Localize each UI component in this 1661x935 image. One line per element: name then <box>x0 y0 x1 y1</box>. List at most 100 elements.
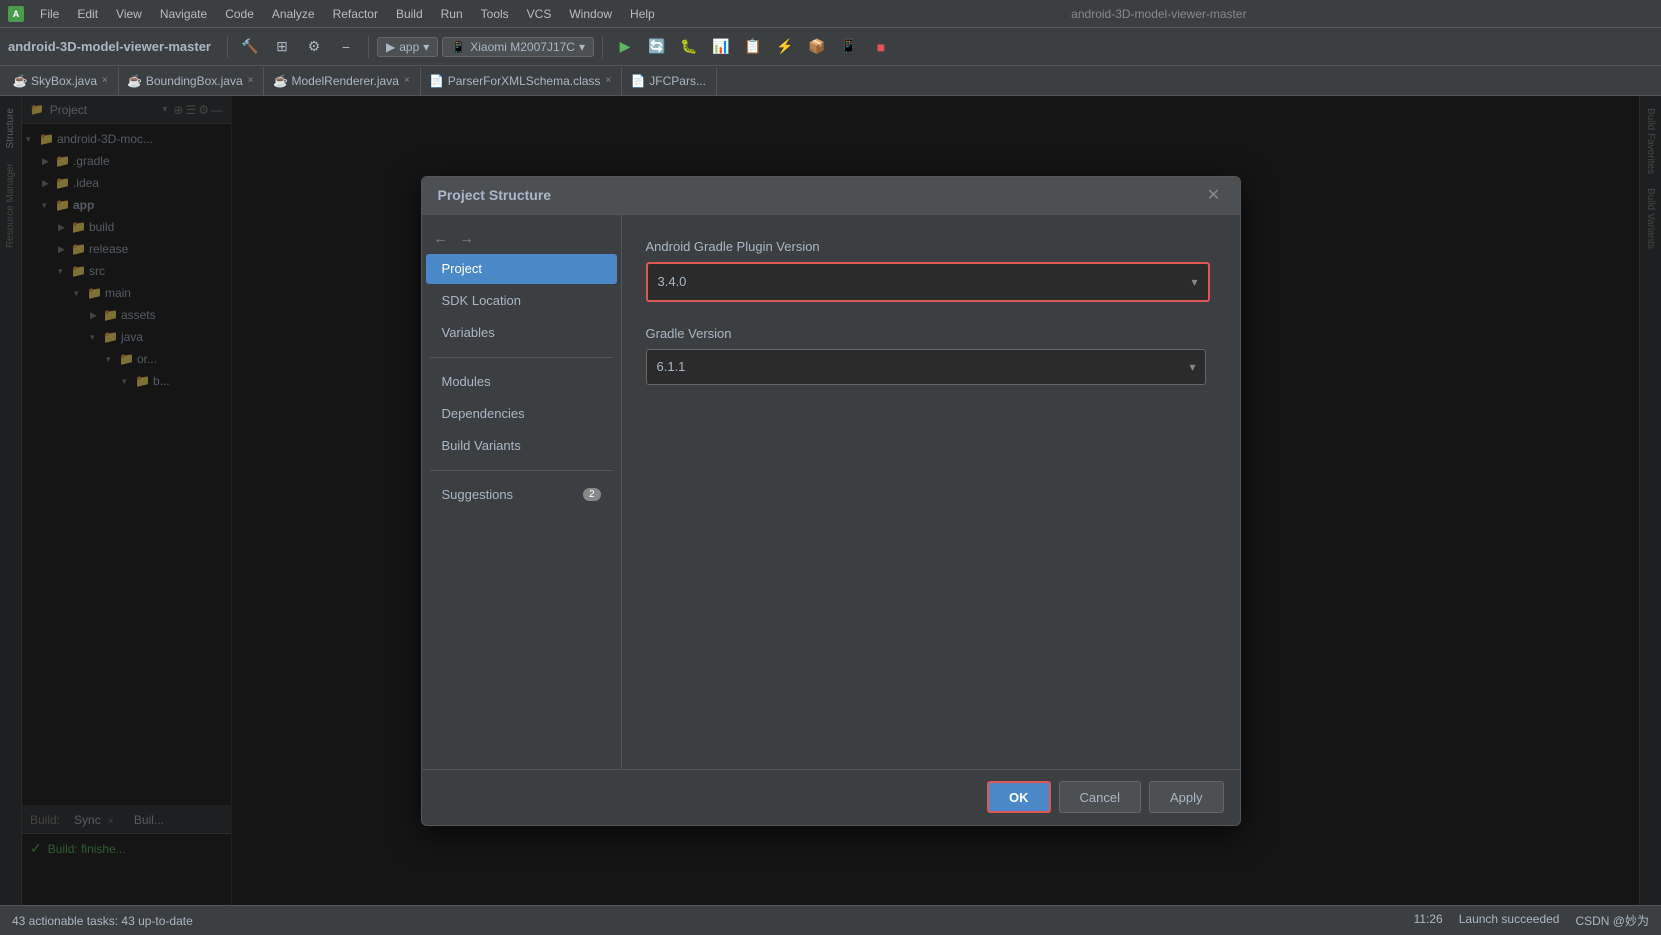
modal-overlay: Project Structure ✕ ← → Project <box>0 96 1661 905</box>
dialog-footer: OK Cancel Apply <box>422 769 1240 825</box>
run-btn[interactable]: ▶ <box>611 33 639 61</box>
device-arrow: ▾ <box>579 40 585 54</box>
menu-vcs[interactable]: VCS <box>519 5 560 23</box>
menu-help[interactable]: Help <box>622 5 663 23</box>
sidebar-divider <box>430 357 613 358</box>
run-config-label: app <box>399 40 419 54</box>
device-icon: 📱 <box>451 40 466 54</box>
plugin-version-label: Android Gradle Plugin Version <box>646 239 1216 254</box>
toolbar-minus-btn[interactable]: − <box>332 33 360 61</box>
gradle-version-label: Gradle Version <box>646 326 1216 341</box>
apply-button[interactable]: Apply <box>1149 781 1224 813</box>
menu-edit[interactable]: Edit <box>69 5 106 23</box>
dialog-sidebar-dependencies-label: Dependencies <box>442 406 525 421</box>
dialog-close-button[interactable]: ✕ <box>1204 185 1224 205</box>
dialog-sidebar-suggestions-label: Suggestions <box>442 487 514 502</box>
status-message: Launch succeeded <box>1459 912 1560 929</box>
toolbar-hammer-btn[interactable]: 🔨 <box>236 33 264 61</box>
dialog-sidebar-variables-label: Variables <box>442 325 495 340</box>
dialog-nav-header: ← → <box>422 223 621 253</box>
tab-jfcpars[interactable]: 📄 JFCPars... <box>622 67 717 95</box>
tab-boundingbox-label: BoundingBox.java <box>146 74 243 88</box>
tab-modelrenderer[interactable]: ☕ ModelRenderer.java × <box>264 67 420 95</box>
menu-bar: A File Edit View Navigate Code Analyze R… <box>0 0 1661 28</box>
dialog-title: Project Structure <box>438 187 1204 203</box>
tab-boundingbox-close[interactable]: × <box>248 75 254 86</box>
avd-manager-btn[interactable]: 📱 <box>835 33 863 61</box>
tab-jfcpars-label: JFCPars... <box>649 74 706 88</box>
tab-boundingbox[interactable]: ☕ BoundingBox.java × <box>119 67 265 95</box>
tab-modelrenderer-label: ModelRenderer.java <box>291 74 398 88</box>
sdk-manager-btn[interactable]: 📦 <box>803 33 831 61</box>
dialog-content: Android Gradle Plugin Version 3.4.0 4.0.… <box>622 215 1240 769</box>
status-watermark: CSDN @妙为 <box>1575 912 1649 929</box>
dialog-sidebar-build-variants[interactable]: Build Variants <box>426 431 617 461</box>
dialog-sidebar-dependencies[interactable]: Dependencies <box>426 399 617 429</box>
app-icon: A <box>8 6 24 22</box>
status-time: 11:26 <box>1414 912 1443 929</box>
toolbar-settings-btn[interactable]: ⚙ <box>300 33 328 61</box>
dialog-title-bar: Project Structure ✕ <box>422 177 1240 215</box>
dialog-sidebar-modules-label: Modules <box>442 374 491 389</box>
toolbar-layout-btn[interactable]: ⊞ <box>268 33 296 61</box>
gradle-version-group: Gradle Version 6.1.1 6.5 7.0.2 7.2 ▾ <box>646 326 1216 385</box>
menu-code[interactable]: Code <box>217 5 262 23</box>
dialog-sidebar-sdk-label: SDK Location <box>442 293 522 308</box>
stop-btn[interactable]: ■ <box>867 33 895 61</box>
dialog-sidebar-modules[interactable]: Modules <box>426 367 617 397</box>
menu-refactor[interactable]: Refactor <box>325 5 386 23</box>
dialog-sidebar-variables[interactable]: Variables <box>426 318 617 348</box>
plugin-version-group: Android Gradle Plugin Version 3.4.0 4.0.… <box>646 239 1216 302</box>
menu-file[interactable]: File <box>32 5 67 23</box>
tab-parserforxml[interactable]: 📄 ParserForXMLSchema.class × <box>421 67 623 95</box>
dialog-body: ← → Project SDK Location Variables <box>422 215 1240 769</box>
status-tasks-text: 43 actionable tasks: 43 up-to-date <box>12 914 193 928</box>
tabs-bar: ☕ SkyBox.java × ☕ BoundingBox.java × ☕ M… <box>0 66 1661 96</box>
menu-window[interactable]: Window <box>561 5 620 23</box>
apply-changes-btn[interactable]: ⚡ <box>771 33 799 61</box>
dialog-sidebar-project-label: Project <box>442 261 482 276</box>
cancel-button[interactable]: Cancel <box>1059 781 1141 813</box>
jfcpars-file-icon: 📄 <box>632 75 644 87</box>
toolbar-separator-2 <box>368 36 369 58</box>
menu-analyze[interactable]: Analyze <box>264 5 323 23</box>
run-config-arrow: ▾ <box>423 40 429 54</box>
run-config-icon: ▶ <box>386 40 395 54</box>
dialog-back-button[interactable]: ← <box>430 227 452 249</box>
dialog-sidebar-sdk[interactable]: SDK Location <box>426 286 617 316</box>
main-layout: Structure Resource Manager 📁 Project ▾ ⊕… <box>0 96 1661 905</box>
window-title: android-3D-model-viewer-master <box>665 7 1653 21</box>
menu-navigate[interactable]: Navigate <box>152 5 215 23</box>
dialog-sidebar: ← → Project SDK Location Variables <box>422 215 622 769</box>
run-config-selector[interactable]: ▶ app ▾ <box>377 37 438 57</box>
profile-btn[interactable]: 📊 <box>707 33 735 61</box>
menu-build[interactable]: Build <box>388 5 431 23</box>
dialog-sidebar-build-variants-label: Build Variants <box>442 438 521 453</box>
menu-view[interactable]: View <box>108 5 150 23</box>
tab-parserforxml-close[interactable]: × <box>605 75 611 86</box>
dialog-sidebar-suggestions[interactable]: Suggestions 2 <box>426 480 617 510</box>
skybox-file-icon: ☕ <box>14 75 26 87</box>
dialog-sidebar-project[interactable]: Project <box>426 254 617 284</box>
tab-skybox[interactable]: ☕ SkyBox.java × <box>4 67 119 95</box>
toolbar-separator-3 <box>602 36 603 58</box>
plugin-version-select-wrapper: 3.4.0 4.0.0 4.1.0 7.0.0 ▾ <box>646 262 1210 302</box>
tab-modelrenderer-close[interactable]: × <box>404 75 410 86</box>
device-selector[interactable]: 📱 Xiaomi M2007J17C ▾ <box>442 37 594 57</box>
menu-run[interactable]: Run <box>433 5 471 23</box>
project-structure-dialog: Project Structure ✕ ← → Project <box>421 176 1241 826</box>
dialog-forward-button[interactable]: → <box>456 227 478 249</box>
menu-tools[interactable]: Tools <box>473 5 517 23</box>
rebuild-btn[interactable]: 🔄 <box>643 33 671 61</box>
ok-button[interactable]: OK <box>987 781 1051 813</box>
project-name-label: android-3D-model-viewer-master <box>8 39 211 54</box>
sidebar-divider-2 <box>430 470 613 471</box>
gradle-version-select[interactable]: 6.1.1 6.5 7.0.2 7.2 <box>646 349 1206 385</box>
attach-debugger-btn[interactable]: 🐛 <box>675 33 703 61</box>
gradle-version-select-wrapper: 6.1.1 6.5 7.0.2 7.2 ▾ <box>646 349 1206 385</box>
modelrenderer-file-icon: ☕ <box>274 75 286 87</box>
toolbar: android-3D-model-viewer-master 🔨 ⊞ ⚙ − ▶… <box>0 28 1661 66</box>
tab-skybox-close[interactable]: × <box>102 75 108 86</box>
coverage-btn[interactable]: 📋 <box>739 33 767 61</box>
plugin-version-select[interactable]: 3.4.0 4.0.0 4.1.0 7.0.0 <box>648 264 1208 300</box>
